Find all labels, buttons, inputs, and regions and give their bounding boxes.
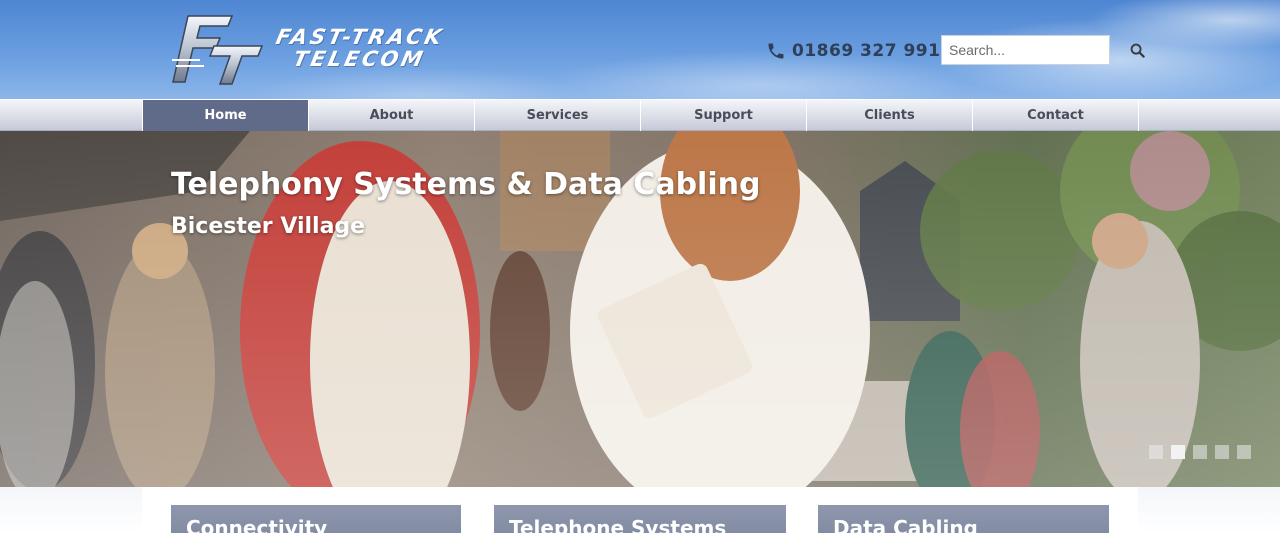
search-input[interactable] [942, 36, 1130, 64]
nav-items: Home About Services Support Clients Cont… [142, 100, 1139, 131]
panel-title: Telephone Systems [509, 516, 727, 533]
nav-item-home[interactable]: Home [143, 100, 309, 131]
phone-contact: 01869 327 991 [766, 40, 940, 62]
hero-slider: Telephony Systems & Data Cabling Biceste… [0, 131, 1280, 487]
logo-line-1: FAST-TRACK [273, 25, 447, 49]
panel-data-cabling[interactable]: Data Cabling [818, 505, 1109, 533]
phone-number[interactable]: 01869 327 991 [792, 41, 940, 61]
hero-title: Telephony Systems & Data Cabling [171, 167, 761, 202]
main-nav: Home About Services Support Clients Cont… [0, 99, 1280, 131]
slider-pagination [1149, 445, 1251, 459]
nav-item-clients[interactable]: Clients [807, 100, 973, 131]
ft-logo-mark [172, 15, 264, 85]
slide-dot-5[interactable] [1237, 445, 1251, 459]
search-button[interactable] [1130, 36, 1145, 64]
slide-dot-1[interactable] [1149, 445, 1163, 459]
phone-icon [768, 43, 784, 59]
nav-item-support[interactable]: Support [641, 100, 807, 131]
slide-dot-2[interactable] [1171, 445, 1185, 459]
site-logo[interactable]: FAST-TRACK TELECOM [170, 12, 500, 88]
panel-title: Data Cabling [833, 516, 978, 533]
panel-connectivity[interactable]: Connectivity [171, 505, 461, 533]
panel-title: Connectivity [186, 516, 328, 533]
hero-subtitle: Bicester Village [171, 214, 366, 239]
nav-item-contact[interactable]: Contact [973, 100, 1139, 131]
logo-wordmark: FAST-TRACK TELECOM [269, 25, 447, 71]
search-icon [1130, 43, 1145, 58]
content-area: Connectivity Telephone Systems Data Cabl… [142, 487, 1138, 533]
nav-item-about[interactable]: About [309, 100, 475, 131]
slide-dot-3[interactable] [1193, 445, 1207, 459]
panel-telephone-systems[interactable]: Telephone Systems [494, 505, 786, 533]
logo-line-2: TELECOM [291, 47, 428, 71]
search-box [941, 35, 1145, 65]
site-header: FAST-TRACK TELECOM 01869 327 991 [0, 0, 1280, 100]
slide-dot-4[interactable] [1215, 445, 1229, 459]
nav-item-services[interactable]: Services [475, 100, 641, 131]
